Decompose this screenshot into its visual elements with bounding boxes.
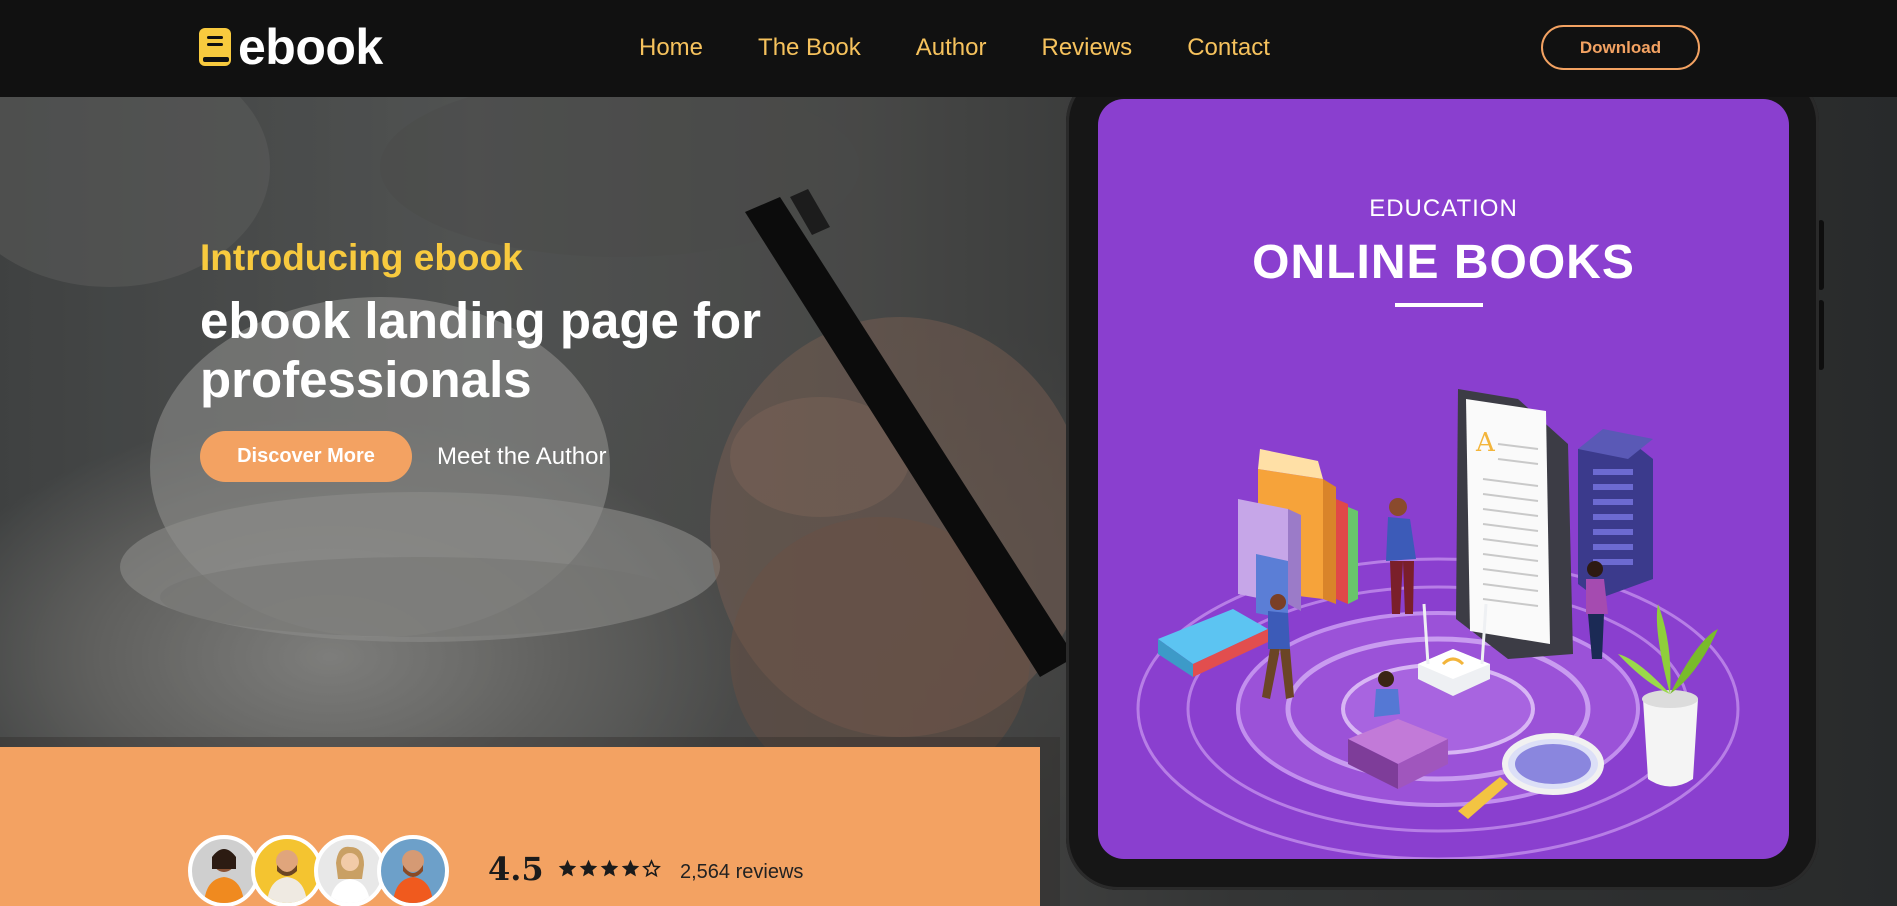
nav-link-home[interactable]: Home (639, 34, 703, 62)
nav-link-the-book[interactable]: The Book (758, 34, 861, 62)
star-filled-icon (579, 859, 598, 877)
rating-stars (557, 858, 662, 879)
star-filled-icon (600, 859, 619, 877)
avatar (188, 835, 260, 906)
star-filled-icon (558, 859, 577, 877)
meet-author-link[interactable]: Meet the Author (437, 443, 606, 471)
hero-headline: ebook landing page for professionals (200, 292, 762, 408)
book-icon (199, 28, 231, 66)
education-illustration: A (1136, 389, 1740, 859)
download-button[interactable]: Download (1541, 25, 1700, 70)
discover-more-button[interactable]: Discover More (200, 431, 412, 482)
book-cover-screen: EDUCATION ONLINE BOOKS A (1098, 99, 1789, 859)
star-outline-icon (642, 859, 661, 878)
avatar (377, 835, 449, 906)
nav-link-contact[interactable]: Contact (1187, 34, 1270, 62)
avatar (314, 835, 386, 906)
reader-avatars (188, 835, 449, 906)
brand-logo[interactable]: ebook (198, 22, 383, 72)
top-navbar: ebook Home The Book Author Reviews Conta… (0, 0, 1897, 97)
nav-link-reviews[interactable]: Reviews (1041, 34, 1132, 62)
person-standing-illustration (1386, 498, 1416, 614)
nav-link-author[interactable]: Author (916, 34, 987, 62)
reviews-count: 2,564 reviews (680, 861, 804, 883)
star-filled-icon (621, 859, 640, 877)
rating-value: 4.5 (488, 850, 544, 888)
books-illustration (1238, 449, 1358, 619)
avatar (251, 835, 323, 906)
blue-book-illustration (1158, 609, 1268, 677)
phone-screen-letter: A (1475, 428, 1496, 458)
hero-eyebrow: Introducing ebook (200, 237, 523, 278)
main-menu: Home The Book Author Reviews Contact (639, 34, 1270, 62)
phone-illustration: A (1456, 389, 1573, 659)
brand-name: ebook (238, 19, 383, 75)
